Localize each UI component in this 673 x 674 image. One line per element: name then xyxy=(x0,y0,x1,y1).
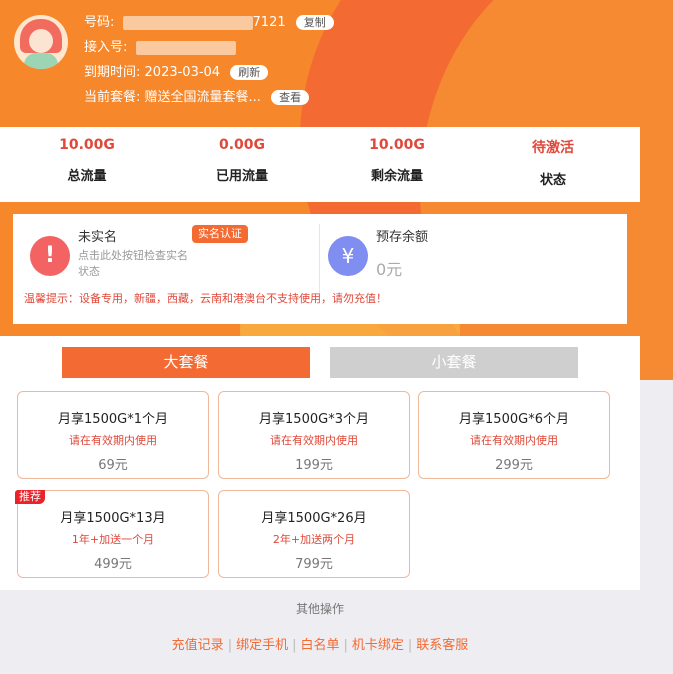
warm-tip: 温馨提示：设备专用，新疆，西藏，云南和港澳台不支持使用，请勿充值！ xyxy=(24,292,387,305)
access-masked xyxy=(135,40,236,55)
package-desc: 1年+加送一个月 xyxy=(71,533,155,546)
separator: | xyxy=(407,638,413,653)
view-button[interactable]: 查看 xyxy=(271,90,310,105)
stat-status: 待激活 状态 xyxy=(473,127,633,188)
access-label: 接入号: xyxy=(84,40,128,55)
avatar xyxy=(14,15,68,69)
unauth-title: 未实名 xyxy=(78,230,118,245)
divider xyxy=(319,224,320,294)
avatar-face xyxy=(29,29,53,53)
package-price: 199元 xyxy=(295,458,333,473)
plan-value: 赠送全国流量套餐... xyxy=(144,90,261,105)
package-title: 月享1500G*26月 xyxy=(261,511,367,526)
plan-label: 当前套餐: xyxy=(84,90,141,105)
link-recharge-records[interactable]: 充值记录 xyxy=(172,638,224,653)
link-bind-phone[interactable]: 绑定手机 xyxy=(236,638,288,653)
separator: | xyxy=(292,638,297,653)
access-row: 接入号: xyxy=(84,39,236,57)
stat-remaining: 10.00G 剩余流量 xyxy=(317,127,477,184)
package-desc: 请在有效期内使用 xyxy=(69,434,157,447)
stat-label: 总流量 xyxy=(67,169,107,184)
link-card-binding[interactable]: 机卡绑定 xyxy=(352,638,404,653)
package-desc: 请在有效期内使用 xyxy=(270,434,358,447)
expiry-label: 到期时间: xyxy=(84,65,141,80)
link-whitelist[interactable]: 白名单 xyxy=(300,638,339,653)
expiry-row: 到期时间: 2023-03-04 刷新 xyxy=(84,64,269,82)
stat-label: 已用流量 xyxy=(215,169,268,184)
package-desc: 请在有效期内使用 xyxy=(470,434,558,447)
expiry-date: 2023-03-04 xyxy=(144,65,221,80)
avatar-body xyxy=(24,53,58,69)
usage-stats: 10.00G 总流量 0.00G 已用流量 10.00G 剩余流量 待激活 状态 xyxy=(0,127,640,202)
package-title: 月享1500G*1个月 xyxy=(58,412,168,427)
package-card[interactable]: 月享1500G*1个月 请在有效期内使用 69元 xyxy=(17,391,209,479)
package-price: 799元 xyxy=(295,557,333,572)
number-row: 号码: 7121 复制 xyxy=(84,14,334,32)
realname-auth-button[interactable]: 实名认证 xyxy=(192,225,248,243)
package-card[interactable]: 月享1500G*3个月 请在有效期内使用 199元 xyxy=(218,391,410,479)
other-actions-title: 其他操作 xyxy=(295,602,344,616)
stat-used: 0.00G 已用流量 xyxy=(162,127,322,184)
separator: | xyxy=(227,638,233,653)
separator: | xyxy=(343,638,348,653)
copy-button[interactable]: 复制 xyxy=(295,15,334,30)
deposit-value: 0元 xyxy=(376,260,403,279)
package-card[interactable]: 月享1500G*26月 2年+加送两个月 799元 xyxy=(218,490,410,578)
account-header: 号码: 7121 复制 接入号: 到期时间: 2023-03-04 刷新 当前套… xyxy=(0,0,673,118)
warning-icon: ! xyxy=(30,236,70,276)
plans-section: 大套餐 小套餐 月享1500G*1个月 请在有效期内使用 69元 月享1500G… xyxy=(0,336,640,590)
link-contact-support[interactable]: 联系客服 xyxy=(416,638,468,653)
number-suffix: 7121 xyxy=(252,15,286,30)
package-title: 月享1500G*3个月 xyxy=(259,412,369,427)
deposit-title: 预存余额 xyxy=(376,230,429,245)
number-masked xyxy=(122,15,253,30)
unauth-subtitle[interactable]: 点击此处按钮检查实名状态 xyxy=(78,248,188,280)
package-price: 299元 xyxy=(495,458,533,473)
stat-value: 待激活 xyxy=(532,140,574,156)
package-price: 69元 xyxy=(98,458,128,473)
plan-row: 当前套餐: 赠送全国流量套餐... 查看 xyxy=(84,89,310,107)
stat-value: 10.00G xyxy=(369,137,425,153)
package-title: 月享1500G*13月 xyxy=(60,511,166,526)
yen-icon: ¥ xyxy=(328,236,368,276)
refresh-button[interactable]: 刷新 xyxy=(230,65,269,80)
recommend-badge: 推荐 xyxy=(15,490,45,504)
package-card[interactable]: 推荐 月享1500G*13月 1年+加送一个月 499元 xyxy=(15,490,209,578)
stat-label: 状态 xyxy=(539,173,566,188)
tab-small-package[interactable]: 小套餐 xyxy=(330,347,578,378)
package-price: 499元 xyxy=(94,557,132,572)
package-card[interactable]: 月享1500G*6个月 请在有效期内使用 299元 xyxy=(418,391,610,479)
package-desc: 2年+加送两个月 xyxy=(272,533,356,546)
package-title: 月享1500G*6个月 xyxy=(459,412,569,427)
tab-big-package[interactable]: 大套餐 xyxy=(62,347,310,378)
stat-total: 10.00G 总流量 xyxy=(7,127,167,184)
other-actions-links: 充值记录 | 绑定手机 | 白名单 | 机卡绑定 | 联系客服 xyxy=(0,634,640,653)
account-card: ! 未实名 点击此处按钮检查实名状态 实名认证 ¥ 预存余额 0元 温馨提示：设… xyxy=(13,214,627,324)
stat-label: 剩余流量 xyxy=(370,169,423,184)
stat-value: 0.00G xyxy=(218,137,266,153)
stat-value: 10.00G xyxy=(59,137,115,153)
number-label: 号码: xyxy=(84,15,115,30)
